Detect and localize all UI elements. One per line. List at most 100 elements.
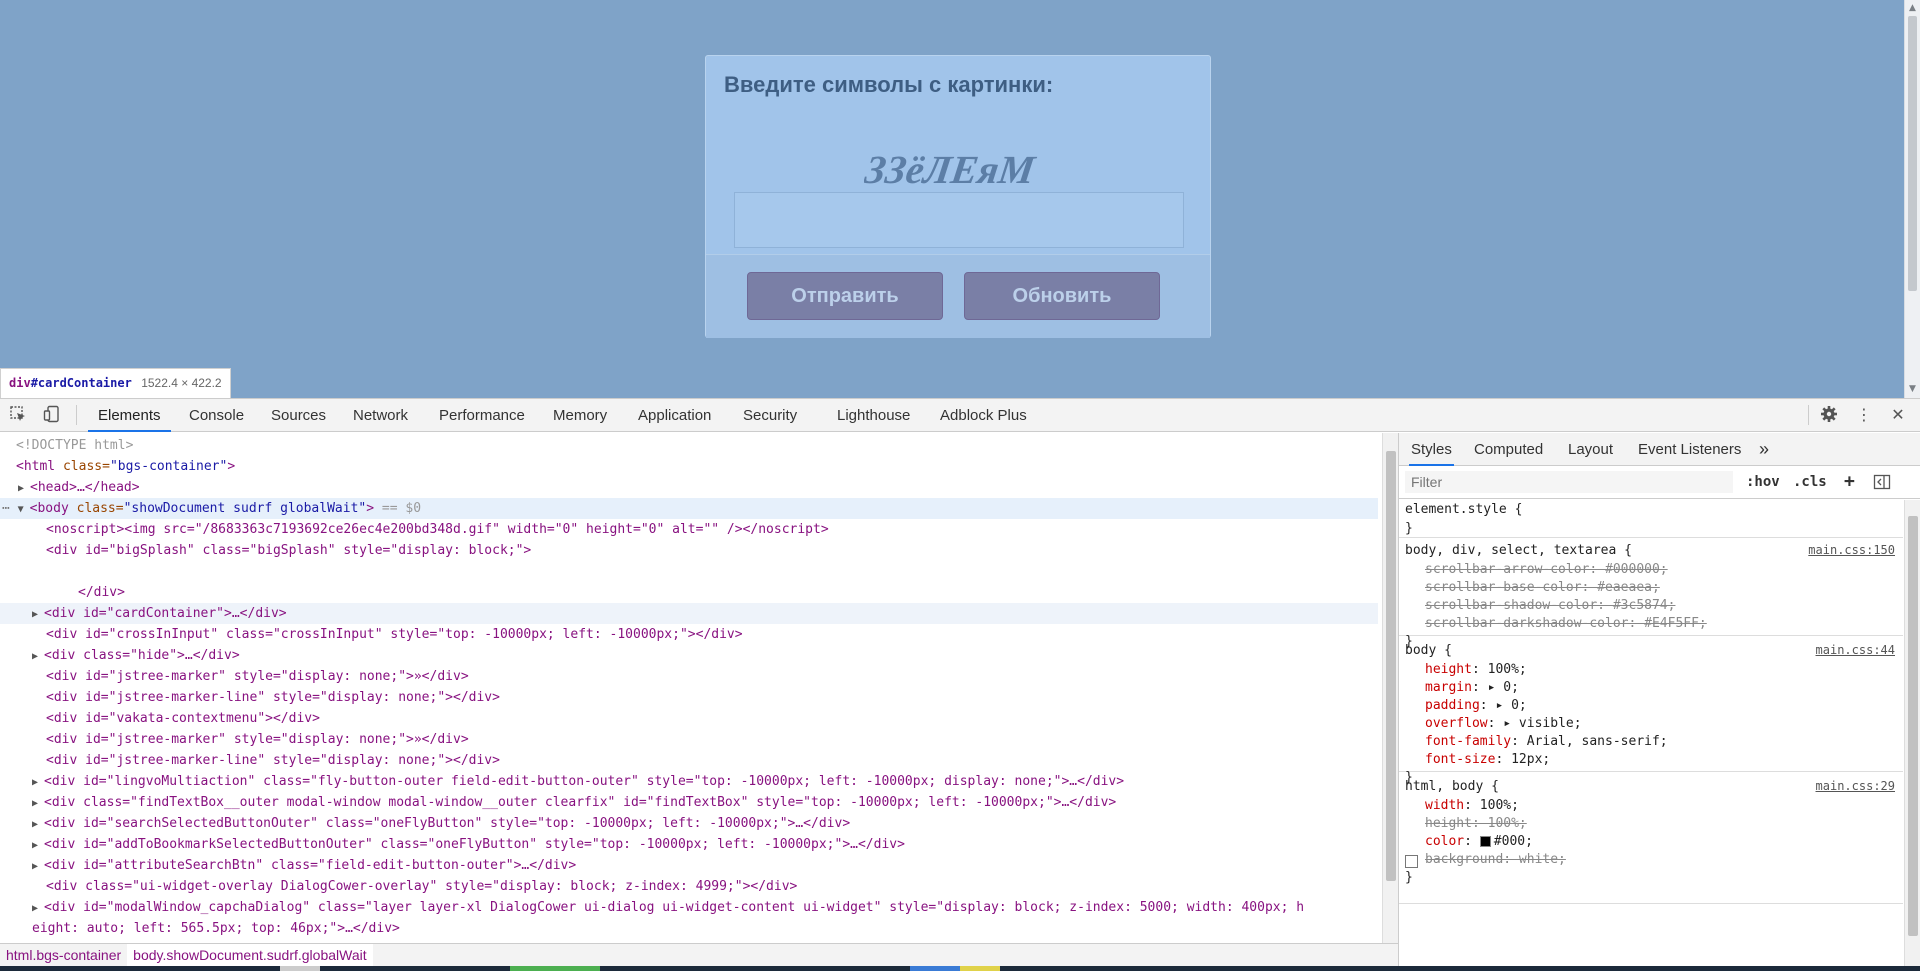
expand-arrow-icon: ▶: [32, 840, 39, 851]
css-property[interactable]: margin: ▸ 0;: [1425, 679, 1519, 697]
refresh-button[interactable]: Обновить: [964, 272, 1160, 320]
scroll-up-icon[interactable]: ▲: [1908, 2, 1917, 14]
tooltip-tag: div: [9, 376, 31, 390]
dom-node-hide[interactable]: ▶ <div class="hide">…</div>: [0, 645, 1378, 666]
collapse-arrow-icon: ▼: [17, 504, 24, 515]
property-checkbox[interactable]: [1405, 855, 1418, 868]
taskbar-strip: [0, 966, 1920, 971]
dom-node-jstree-marker-line[interactable]: <div id="jstree-marker-line" style="disp…: [0, 750, 1378, 771]
page-scrollbar[interactable]: ▲ ▼: [1904, 0, 1920, 398]
rule-source-link[interactable]: main.css:150: [1808, 543, 1895, 557]
css-property[interactable]: scrollbar-darkshadow-color: #E4F5FF;: [1425, 615, 1707, 633]
page-scrollbar-thumb[interactable]: [1908, 16, 1917, 291]
rule-selector: body, div, select, textarea {: [1405, 543, 1632, 558]
css-property[interactable]: scrollbar-arrow-color: #000000;: [1425, 561, 1668, 579]
color-swatch[interactable]: [1479, 836, 1491, 847]
dom-node-lingvomultiaction[interactable]: ▶ <div id="lingvoMultiaction" class="fly-…: [0, 771, 1378, 792]
dom-node-cardcontainer[interactable]: ▶ <div id="cardContainer">…</div>: [0, 603, 1378, 624]
rule-source-link[interactable]: main.css:29: [1816, 779, 1895, 793]
dom-node-head[interactable]: ▶ <head>…</head>: [0, 477, 1378, 498]
dom-node-jstree-marker[interactable]: <div id="jstree-marker" style="display: …: [0, 666, 1378, 687]
gear-icon[interactable]: [1819, 405, 1839, 425]
css-property[interactable]: color: #000;: [1425, 833, 1533, 851]
scroll-down-icon[interactable]: ▼: [1908, 383, 1917, 395]
breadcrumb-html[interactable]: html.bgs-container: [0, 944, 127, 967]
tab-application[interactable]: Application: [638, 399, 711, 432]
dom-node-searchselectedbutton[interactable]: ▶ <div id="searchSelectedButtonOuter" cla…: [0, 813, 1378, 834]
rule-html-body[interactable]: html, body { main.css:29 width: 100%; he…: [1399, 774, 1903, 904]
tab-sources[interactable]: Sources: [271, 399, 326, 432]
rule-body-div-select-textarea[interactable]: body, div, select, textarea { main.css:1…: [1399, 538, 1903, 649]
css-property[interactable]: scrollbar-base-color: #eaeaea;: [1425, 579, 1660, 597]
inspect-icon[interactable]: [8, 405, 28, 425]
device-toolbar-icon[interactable]: [42, 405, 62, 425]
dom-node-crossininput[interactable]: <div id="crossInInput" class="crossInInp…: [0, 624, 1378, 645]
rule-selector: html, body {: [1405, 779, 1499, 794]
css-property[interactable]: height: 100%;: [1425, 661, 1527, 679]
breadcrumb-body[interactable]: body.showDocument.sudrf.globalWait: [127, 944, 373, 967]
tab-adblock-plus[interactable]: Adblock Plus: [940, 399, 1027, 432]
send-button[interactable]: Отправить: [747, 272, 943, 320]
expand-arrow-icon: ▶: [32, 798, 39, 809]
rule-source-link[interactable]: main.css:44: [1816, 643, 1895, 657]
captcha-input[interactable]: [734, 192, 1184, 248]
tab-performance[interactable]: Performance: [439, 399, 525, 432]
styles-filter-row: :hov .cls +: [1399, 466, 1920, 499]
css-property[interactable]: font-family: Arial, sans-serif;: [1425, 733, 1668, 751]
styles-scrollbar[interactable]: [1904, 500, 1920, 967]
css-property[interactable]: height: 100%;: [1425, 815, 1527, 833]
cls-toggle[interactable]: .cls: [1793, 470, 1827, 494]
more-tabs-icon[interactable]: »: [1759, 433, 1769, 466]
elements-scrollbar[interactable]: [1382, 433, 1398, 943]
dom-node-body[interactable]: ⋯ ▼ <body class="showDocument sudrf globa…: [0, 498, 1378, 519]
dom-node-ui-widget-overlay[interactable]: <div class="ui-widget-overlay DialogCowe…: [0, 876, 1378, 897]
hov-toggle[interactable]: :hov: [1746, 470, 1780, 494]
dom-node-modalwindow-capcha-wrap[interactable]: eight: auto; left: 565.5px; top: 46px;">…: [0, 918, 1378, 939]
dom-node-jstree-marker-line[interactable]: <div id="jstree-marker-line" style="disp…: [0, 687, 1378, 708]
tooltip-id: #cardContainer: [30, 376, 132, 390]
tab-lighthouse[interactable]: Lighthouse: [837, 399, 910, 432]
dom-node-bigsplash-close[interactable]: </div>: [0, 582, 1378, 603]
dom-node-doctype[interactable]: <!DOCTYPE html>: [0, 435, 1378, 456]
rule-element-style[interactable]: element.style { }: [1399, 500, 1903, 538]
dom-node-vakata-contextmenu[interactable]: <div id="vakata-contextmenu"></div>: [0, 708, 1378, 729]
tab-console[interactable]: Console: [189, 399, 244, 432]
close-icon[interactable]: ✕: [1888, 405, 1908, 425]
tab-elements[interactable]: Elements: [88, 399, 171, 432]
elements-tree[interactable]: <!DOCTYPE html> <html class="bgs-contain…: [0, 433, 1382, 943]
tab-layout[interactable]: Layout: [1568, 433, 1613, 466]
tab-event-listeners[interactable]: Event Listeners: [1638, 433, 1741, 466]
toolbar-separator: [76, 405, 77, 425]
dom-node-html[interactable]: <html class="bgs-container">: [0, 456, 1378, 477]
css-property[interactable]: overflow: ▸ visible;: [1425, 715, 1582, 733]
devtools-toolbar: Elements Console Sources Network Perform…: [0, 399, 1920, 432]
dom-node-addtobookmark[interactable]: ▶ <div id="addToBookmarkSelectedButtonOut…: [0, 834, 1378, 855]
tab-computed[interactable]: Computed: [1474, 433, 1543, 466]
styles-pane: Styles Computed Layout Event Listeners »…: [1398, 433, 1920, 967]
css-property[interactable]: padding: ▸ 0;: [1425, 697, 1527, 715]
css-property[interactable]: width: 100%;: [1425, 797, 1519, 815]
toggle-sidebar-icon[interactable]: [1873, 470, 1891, 494]
tab-security[interactable]: Security: [743, 399, 797, 432]
more-vertical-icon[interactable]: ⋮: [1854, 405, 1874, 425]
tooltip-size: 1522.4 × 422.2: [141, 376, 222, 390]
styles-filter-input[interactable]: [1405, 471, 1733, 493]
css-property[interactable]: scrollbar-shadow-color: #3c5874;: [1425, 597, 1675, 615]
page-viewport: Введите символы с картинки: ЗЗёЛЕяМ Отпр…: [0, 0, 1920, 398]
dom-node-noscript[interactable]: <noscript><img src="/8683363c7193692ce26…: [0, 519, 1378, 540]
rule-body[interactable]: body { main.css:44 height: 100%; margin:…: [1399, 638, 1903, 785]
expand-arrow-icon: ▶: [18, 483, 25, 494]
tab-memory[interactable]: Memory: [553, 399, 607, 432]
dom-node-attributesearchbtn[interactable]: ▶ <div id="attributeSearchBtn" class="fie…: [0, 855, 1378, 876]
tab-network[interactable]: Network: [353, 399, 408, 432]
tab-styles[interactable]: Styles: [1409, 433, 1454, 466]
css-property[interactable]: background: white;: [1425, 851, 1566, 869]
new-rule-icon[interactable]: +: [1844, 470, 1855, 494]
dom-node-modalwindow-capcha[interactable]: ▶ <div id="modalWindow_capchaDialog" clas…: [0, 897, 1378, 918]
dom-node-bigsplash[interactable]: <div id="bigSplash" class="bigSplash" st…: [0, 540, 1378, 561]
dom-node-jstree-marker[interactable]: <div id="jstree-marker" style="display: …: [0, 729, 1378, 750]
css-property[interactable]: font-size: 12px;: [1425, 751, 1550, 769]
styles-scrollbar-thumb[interactable]: [1908, 516, 1918, 936]
dom-node-findtextbox[interactable]: ▶ <div class="findTextBox__outer modal-wi…: [0, 792, 1378, 813]
elements-scrollbar-thumb[interactable]: [1386, 451, 1396, 881]
